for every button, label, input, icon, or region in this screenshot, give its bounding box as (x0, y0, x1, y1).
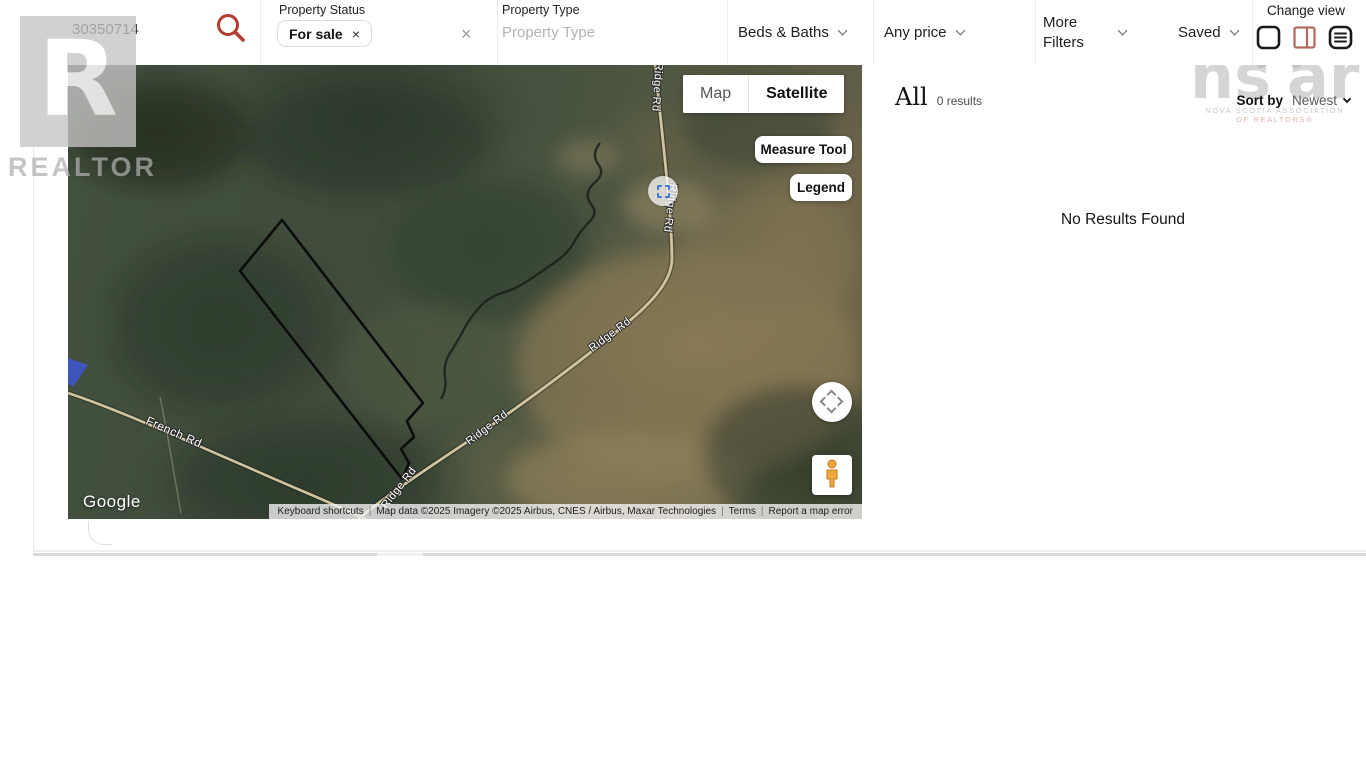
divider (260, 0, 261, 65)
results-panel: All 0 results Sort by Newest No Results … (880, 65, 1366, 547)
no-results-message: No Results Found (880, 211, 1366, 229)
change-view-label: Change view (1267, 3, 1345, 18)
panel-left-border (33, 0, 34, 551)
page: Property Status For sale × × Property Ty… (0, 0, 1366, 768)
filter-bar: Property Status For sale × × Property Ty… (0, 0, 1366, 65)
chip-close-icon[interactable]: × (352, 27, 360, 41)
price-dropdown[interactable]: Any price (884, 0, 964, 65)
map-view-icon (1256, 38, 1281, 53)
tab-all[interactable]: All (895, 83, 928, 111)
list-view-icon (1328, 38, 1353, 53)
sort-by-label: Sort by (1236, 93, 1283, 108)
price-label: Any price (884, 24, 947, 41)
chevron-down-icon (955, 26, 965, 36)
measure-tool-button[interactable]: Measure Tool (755, 136, 852, 163)
split-view-button[interactable] (1292, 25, 1317, 50)
divider (1035, 0, 1036, 65)
map-overlay-graphics (68, 65, 862, 519)
property-type-input[interactable] (502, 24, 682, 41)
scroll-rule-gap (377, 553, 423, 556)
map-type-map-button[interactable]: Map (683, 75, 749, 113)
divider (497, 0, 498, 65)
panel-bottom-border (33, 550, 1366, 552)
results-count: 0 results (937, 94, 982, 108)
map-type-satellite-button[interactable]: Satellite (749, 75, 844, 113)
chevron-down-icon (1343, 95, 1351, 103)
for-sale-chip[interactable]: For sale × (277, 20, 372, 47)
keyboard-shortcuts-link[interactable]: Keyboard shortcuts (273, 506, 369, 517)
scroll-rule-right (423, 553, 1366, 556)
pan-up-icon (827, 390, 837, 400)
property-status-label: Property Status (279, 3, 365, 17)
scroll-rule-left (33, 553, 377, 556)
pan-control[interactable] (812, 382, 852, 422)
pan-left-icon (820, 397, 830, 407)
saved-label: Saved (1178, 24, 1221, 41)
more-filters-label: More Filters (1043, 13, 1101, 53)
pan-down-icon (827, 404, 837, 414)
map-attribution: Keyboard shortcuts | Map data ©2025 Imag… (269, 504, 862, 519)
report-map-error-link[interactable]: Report a map error (764, 506, 858, 517)
beds-baths-label: Beds & Baths (738, 24, 829, 41)
terms-link[interactable]: Terms (724, 506, 761, 517)
card-corner (88, 521, 112, 545)
map-type-toggle: Map Satellite (683, 75, 844, 113)
marker-glyph-icon (657, 185, 670, 198)
sort-value: Newest (1292, 93, 1337, 108)
change-view-group: Change view (1256, 0, 1356, 65)
property-type-label: Property Type (502, 3, 580, 17)
saved-dropdown[interactable]: Saved (1178, 0, 1238, 65)
map-canvas[interactable]: Ridge Rd Ridge Rd Ridge Rd Ridge Rd Ridg… (68, 65, 862, 519)
google-logo[interactable]: Google (83, 492, 141, 512)
for-sale-chip-label: For sale (289, 26, 343, 42)
search-icon (214, 33, 248, 48)
clear-status-icon[interactable]: × (461, 24, 472, 45)
listing-cluster-marker[interactable] (648, 176, 678, 206)
more-filters-dropdown[interactable]: More Filters (1043, 0, 1126, 65)
sort-control[interactable]: Sort by Newest (1236, 93, 1350, 108)
chevron-down-icon (837, 26, 847, 36)
street-view-pegman[interactable] (812, 455, 852, 495)
search-button[interactable] (212, 10, 250, 48)
beds-baths-dropdown[interactable]: Beds & Baths (738, 0, 846, 65)
split-view-icon (1292, 38, 1317, 53)
search-input[interactable] (64, 14, 204, 44)
chevron-down-icon (1118, 26, 1128, 36)
divider (727, 0, 728, 65)
map-data-text: Map data ©2025 Imagery ©2025 Airbus, CNE… (371, 506, 721, 517)
divider (873, 0, 874, 65)
pan-right-icon (834, 397, 844, 407)
chevron-down-icon (1229, 26, 1239, 36)
pegman-icon (821, 459, 843, 492)
divider (1252, 0, 1253, 65)
list-view-button[interactable] (1328, 25, 1353, 50)
legend-button[interactable]: Legend (790, 174, 852, 201)
map-view-button[interactable] (1256, 25, 1281, 50)
